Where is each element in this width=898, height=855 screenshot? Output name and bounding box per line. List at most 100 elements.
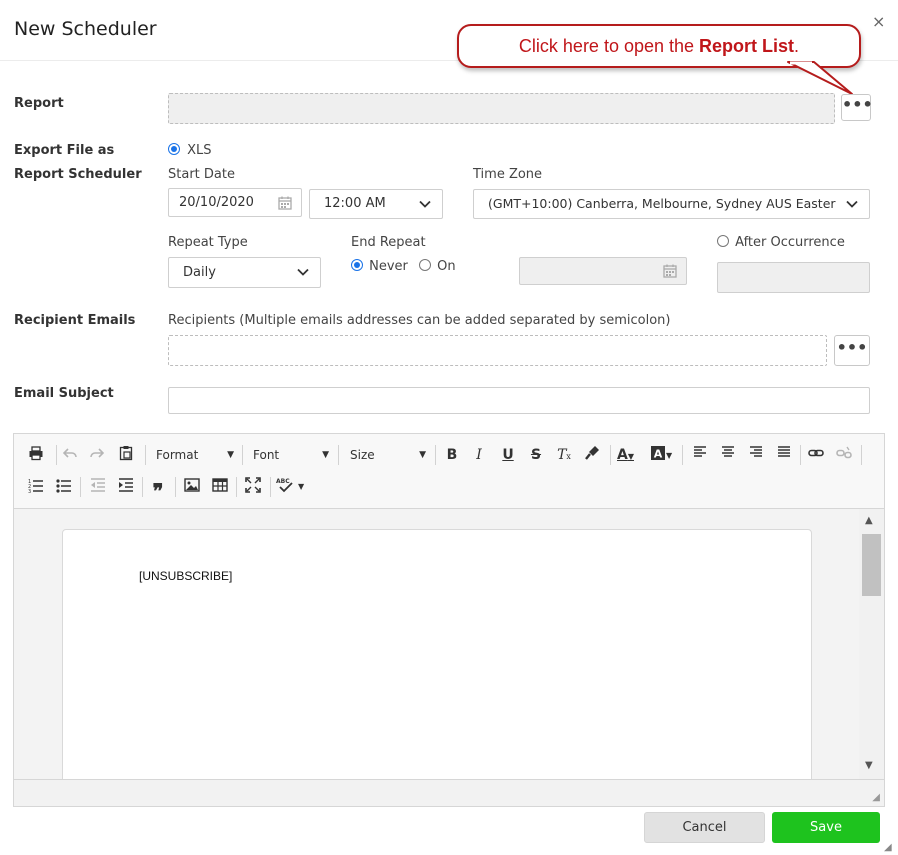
toolbar-separator [800,445,801,465]
report-input[interactable] [168,93,835,124]
align-center-icon[interactable] [718,445,738,465]
report-browse-button[interactable]: ••• [841,94,873,121]
format-painter-icon[interactable] [582,445,602,465]
time-zone-select[interactable]: (GMT+10:00) Canberra, Melbourne, Sydney … [473,189,870,219]
background-color-icon[interactable]: A ▼ [650,445,678,465]
repeat-type-select[interactable]: Daily [168,257,321,288]
toolbar-separator [80,477,81,497]
underline-icon[interactable]: U [498,445,518,465]
chevron-down-icon [297,268,309,276]
font-dropdown[interactable]: Font ▼ [253,445,329,465]
italic-icon[interactable]: I [469,445,489,465]
align-left-icon[interactable] [690,445,710,465]
blockquote-icon[interactable]: ❞ [148,477,168,503]
end-repeat-on-radio[interactable]: On [419,259,456,274]
svg-text:3: 3 [28,489,31,493]
indent-icon[interactable] [116,477,136,497]
redo-icon[interactable] [87,445,107,465]
size-dropdown[interactable]: Size ▼ [350,445,426,465]
dropdown-arrow-icon: ▼ [419,450,426,460]
link-icon[interactable] [806,445,826,465]
radio-icon[interactable] [419,259,431,271]
end-repeat-never-radio[interactable]: Never [351,259,408,274]
recipients-browse-button[interactable]: ••• [834,335,870,366]
radio-icon[interactable] [717,235,729,247]
text-color-icon[interactable]: A▼ [617,445,645,465]
toolbar-separator [435,445,436,465]
editor-canvas[interactable]: [UNSUBSCRIBE] [14,509,859,779]
numbered-list-icon[interactable]: 123 [26,477,46,497]
recipients-hint: Recipients (Multiple emails addresses ca… [168,313,671,328]
callout-text-bold: Report List [699,36,795,56]
rich-text-editor: Format▼ Font▼ Size▼ B I U S Tx A▼ A▼ [13,433,885,807]
toolbar-separator [56,445,57,465]
spellcheck-icon[interactable]: ABC ▼ [276,477,306,497]
format-dropdown[interactable]: Format ▼ [156,445,234,465]
outdent-icon[interactable] [88,477,108,497]
editor-page[interactable]: [UNSUBSCRIBE] [62,529,812,779]
export-xls-radio[interactable]: XLS [168,143,212,158]
undo-icon[interactable] [60,445,80,465]
calendar-icon[interactable] [277,195,293,211]
svg-text:A: A [654,448,663,461]
email-subject-input[interactable] [168,387,870,414]
cancel-button[interactable]: Cancel [644,812,765,843]
scheduler-label: Report Scheduler [14,167,142,182]
toolbar-separator [242,445,243,465]
occurrence-count-input[interactable] [717,262,870,293]
remove-format-icon[interactable]: Tx [554,445,574,465]
email-subject-label: Email Subject [14,386,114,401]
dropdown-arrow-icon: ▼ [322,450,329,460]
align-justify-icon[interactable] [774,445,794,465]
toolbar-separator [145,445,146,465]
unlink-icon[interactable] [834,445,854,465]
strikethrough-icon[interactable]: S [526,445,546,465]
editor-statusbar: ◢ [14,779,884,806]
align-right-icon[interactable] [746,445,766,465]
editor-scrollbar[interactable]: ▲ ▼ [859,509,884,779]
radio-icon[interactable] [351,259,363,271]
dialog-resize-icon[interactable]: ◢ [884,842,892,853]
start-time-select[interactable]: 12:00 AM [309,189,443,219]
recipients-input[interactable] [168,335,827,366]
radio-icon[interactable] [168,143,180,155]
report-label: Report [14,96,64,111]
bullet-list-icon[interactable] [54,477,74,497]
close-icon[interactable]: × [872,12,885,31]
scroll-up-icon[interactable]: ▲ [865,515,873,526]
toolbar-separator [338,445,339,465]
paste-icon[interactable] [116,445,136,465]
callout-text-prefix: Click here to open the [518,36,700,56]
after-occurrence-radio[interactable]: After Occurrence [717,235,845,250]
repeat-type-label: Repeat Type [168,235,248,250]
never-label: Never [369,259,408,274]
table-icon[interactable] [210,477,230,497]
toolbar-separator [142,477,143,497]
toolbar-separator [175,477,176,497]
image-icon[interactable] [182,477,202,497]
callout-text-suffix: . [794,36,800,56]
start-date-input[interactable]: 20/10/2020 [168,188,302,217]
resize-grip-icon[interactable]: ◢ [872,792,880,803]
print-icon[interactable] [26,445,46,465]
svg-text:ABC: ABC [276,478,290,485]
chevron-down-icon [846,200,858,208]
font-label: Font [253,448,280,462]
calendar-icon[interactable] [662,263,678,279]
save-button[interactable]: Save [772,812,880,843]
toolbar-separator [270,477,271,497]
start-date-label: Start Date [168,167,235,182]
size-label: Size [350,448,375,462]
export-label: Export File as [14,143,115,158]
toolbar-separator [236,477,237,497]
chevron-down-icon [419,200,431,208]
scroll-down-icon[interactable]: ▼ [865,760,873,771]
fullscreen-icon[interactable] [243,477,263,497]
after-occurrence-label: After Occurrence [735,235,845,250]
dialog-title: New Scheduler [14,18,157,40]
unsubscribe-placeholder: [UNSUBSCRIBE] [139,569,233,583]
scrollbar-thumb[interactable] [862,534,881,596]
bold-icon[interactable]: B [442,445,462,465]
toolbar-separator [861,445,862,465]
end-repeat-date-input[interactable] [519,257,687,285]
